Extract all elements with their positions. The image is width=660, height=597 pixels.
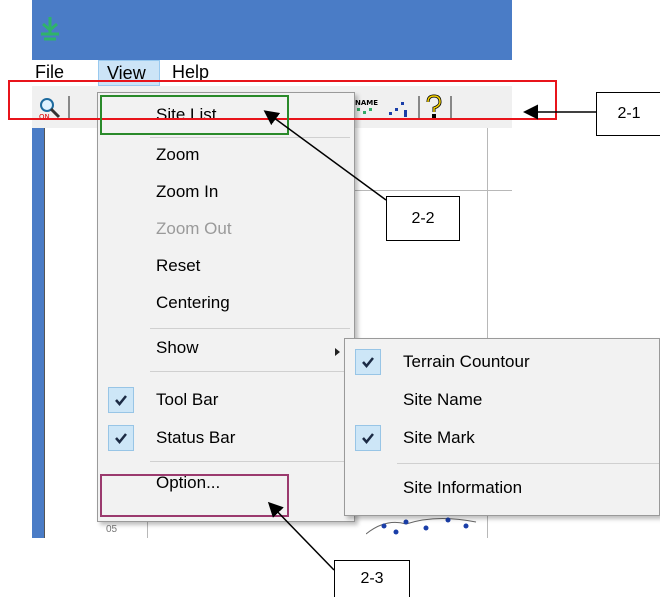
- callout-2-2: 2-2: [386, 196, 460, 241]
- callout-2-1: 2-1: [596, 92, 660, 136]
- callout-2-3: 2-3: [334, 560, 410, 597]
- arrow-2-2: [263, 110, 387, 201]
- annotation-arrows: [263, 104, 596, 571]
- arrow-2-3: [267, 501, 335, 571]
